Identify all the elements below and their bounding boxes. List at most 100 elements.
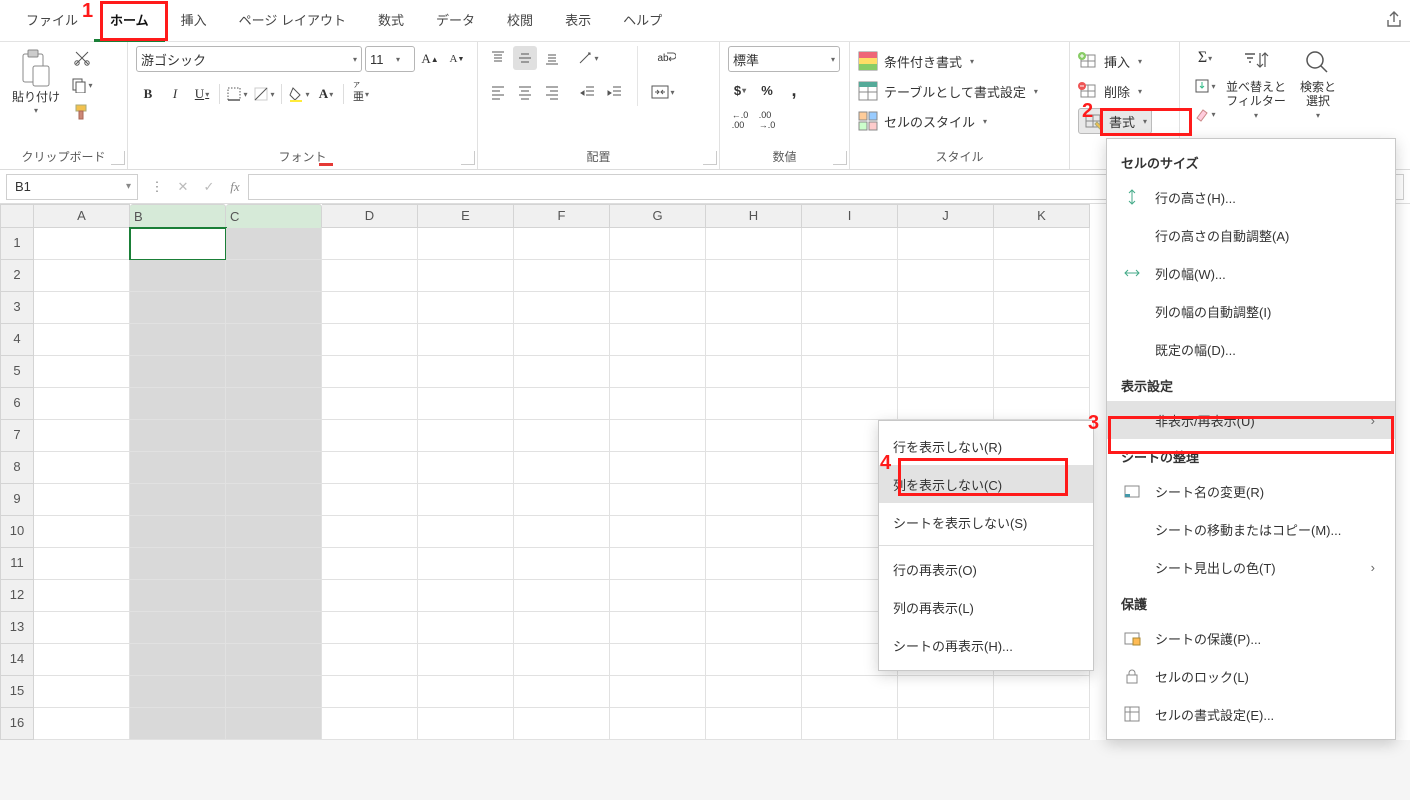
cell[interactable] (418, 548, 514, 580)
cell[interactable] (418, 516, 514, 548)
menu-col-autofit[interactable]: 列の幅の自動調整(I) (1107, 292, 1395, 330)
cell[interactable] (34, 708, 130, 740)
cell[interactable] (226, 548, 322, 580)
cell[interactable] (130, 324, 226, 356)
format-painter-button[interactable] (70, 100, 94, 124)
cell[interactable] (994, 324, 1090, 356)
cell[interactable] (130, 484, 226, 516)
menu-format-cells[interactable]: セルの書式設定(E)... (1107, 695, 1395, 733)
cell[interactable] (322, 676, 418, 708)
cell[interactable] (514, 356, 610, 388)
wrap-text-button[interactable]: ab (648, 46, 678, 70)
cell[interactable] (898, 324, 994, 356)
col-header[interactable]: H (706, 204, 802, 228)
clipboard-launcher[interactable] (111, 151, 125, 165)
cell[interactable] (706, 420, 802, 452)
col-header[interactable]: C (226, 204, 322, 230)
font-launcher[interactable] (461, 151, 475, 165)
align-center-icon[interactable] (513, 80, 537, 104)
cell[interactable] (418, 228, 514, 260)
cell[interactable] (610, 644, 706, 676)
cell[interactable] (226, 644, 322, 676)
cell[interactable] (418, 292, 514, 324)
cell[interactable] (994, 260, 1090, 292)
cell[interactable] (994, 388, 1090, 420)
menu-hide-rows[interactable]: 行を表示しない(R) (879, 427, 1093, 465)
cell[interactable] (226, 516, 322, 548)
cell[interactable] (130, 420, 226, 452)
cell[interactable] (34, 516, 130, 548)
cell[interactable] (514, 580, 610, 612)
cell[interactable] (418, 388, 514, 420)
italic-button[interactable]: I (163, 82, 187, 106)
cell[interactable] (418, 420, 514, 452)
menu-row-height[interactable]: 行の高さ(H)... (1107, 178, 1395, 216)
tab-layout[interactable]: ページ レイアウト (223, 0, 362, 42)
sort-filter-button[interactable]: 並べ替えと フィルター▾ (1228, 46, 1284, 120)
cell[interactable] (34, 484, 130, 516)
row-header[interactable]: 8 (0, 452, 34, 484)
col-header[interactable]: D (322, 204, 418, 228)
cell[interactable] (322, 228, 418, 260)
cell[interactable] (226, 580, 322, 612)
border-button[interactable] (225, 82, 249, 106)
cell[interactable] (34, 676, 130, 708)
cell[interactable] (706, 324, 802, 356)
col-header[interactable]: I (802, 204, 898, 228)
font-size-select[interactable]: ▾ (365, 46, 415, 72)
cell[interactable] (898, 388, 994, 420)
cell[interactable] (610, 516, 706, 548)
menu-visibility[interactable]: 非表示/再表示(U)› (1107, 401, 1395, 439)
cell[interactable] (322, 420, 418, 452)
row-header[interactable]: 3 (0, 292, 34, 324)
merge-button[interactable] (648, 80, 678, 104)
number-format-select[interactable]: 標準▾ (728, 46, 840, 72)
increase-font-icon[interactable]: A▲ (418, 47, 442, 71)
cell[interactable] (706, 516, 802, 548)
font-size-input[interactable] (370, 52, 396, 67)
cell[interactable] (514, 644, 610, 676)
cell[interactable] (418, 484, 514, 516)
cell[interactable] (802, 292, 898, 324)
bold-button[interactable]: B (136, 82, 160, 106)
cell[interactable] (226, 260, 322, 292)
cell[interactable] (514, 228, 610, 260)
cell[interactable] (418, 356, 514, 388)
cell[interactable] (418, 708, 514, 740)
cell[interactable] (130, 260, 226, 292)
cell[interactable] (802, 388, 898, 420)
cell[interactable] (226, 420, 322, 452)
cell[interactable] (514, 676, 610, 708)
menu-rename-sheet[interactable]: シート名の変更(R) (1107, 472, 1395, 510)
cell[interactable] (706, 292, 802, 324)
delete-cells-button[interactable]: 削除▾ (1078, 78, 1142, 104)
cell[interactable] (34, 420, 130, 452)
cell[interactable] (514, 260, 610, 292)
cell[interactable] (130, 228, 226, 260)
cell[interactable] (34, 260, 130, 292)
cell[interactable] (34, 356, 130, 388)
cell[interactable] (130, 644, 226, 676)
cell[interactable] (706, 228, 802, 260)
cell[interactable] (898, 708, 994, 740)
cell[interactable] (706, 548, 802, 580)
decrease-decimal-button[interactable]: .00→.0 (755, 108, 779, 132)
cell[interactable] (322, 260, 418, 292)
find-select-button[interactable]: 検索と 選択▾ (1290, 46, 1346, 120)
comma-button[interactable]: , (782, 78, 806, 102)
cell[interactable] (226, 676, 322, 708)
cell[interactable] (418, 676, 514, 708)
menu-hide-columns[interactable]: 列を表示しない(C) (879, 465, 1093, 503)
col-header[interactable]: K (994, 204, 1090, 228)
menu-hide-sheet[interactable]: シートを表示しない(S) (879, 503, 1093, 541)
cell[interactable] (610, 420, 706, 452)
cell[interactable] (706, 644, 802, 676)
row-header[interactable]: 4 (0, 324, 34, 356)
cell[interactable] (226, 612, 322, 644)
format-as-table-button[interactable]: テーブルとして書式設定▾ (858, 78, 1038, 104)
format-cells-button[interactable]: 書式▾ (1078, 108, 1152, 134)
underline-button[interactable]: U (190, 82, 214, 106)
align-top-icon[interactable] (486, 46, 510, 70)
cell[interactable] (898, 356, 994, 388)
share-icon[interactable] (1384, 10, 1404, 30)
